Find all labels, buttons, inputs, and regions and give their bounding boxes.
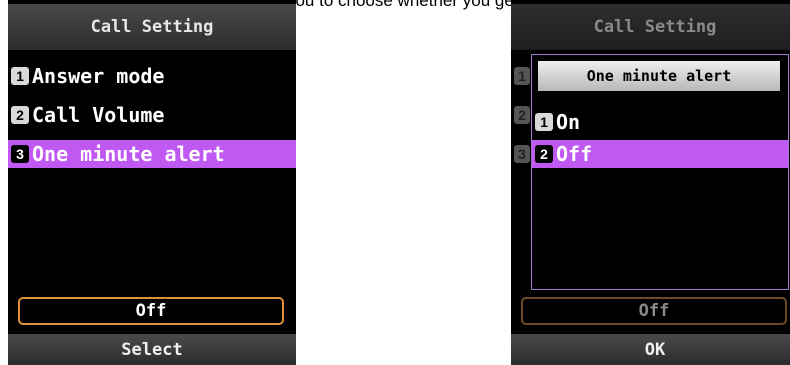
menu-item-one-minute-alert[interactable]: 3 One minute alert: [8, 140, 296, 168]
number-badge: 1: [11, 67, 29, 85]
number-badge: 3: [11, 145, 29, 163]
current-value-box: Off: [521, 297, 787, 325]
background-number-badge: 2: [514, 106, 530, 124]
screen-title: Call Setting: [511, 4, 790, 50]
menu-item-answer-mode[interactable]: 1 Answer mode: [8, 62, 296, 90]
ok-softkey[interactable]: OK: [511, 334, 790, 365]
menu-item-label: One minute alert: [32, 142, 225, 166]
option-label: On: [556, 110, 581, 134]
menu-item-call-volume[interactable]: 2 Call Volume: [8, 101, 296, 129]
phone-screen-call-setting: Call Setting 1 Answer mode 2 Call Volume…: [8, 0, 296, 365]
option-off[interactable]: 2 Off: [532, 140, 788, 168]
background-number-badge: 1: [514, 67, 530, 85]
menu-item-label: Call Volume: [32, 103, 165, 127]
popup-title: One minute alert: [538, 61, 780, 91]
options-popup: One minute alert 1 On 2 Off: [531, 54, 789, 290]
option-on[interactable]: 1 On: [532, 108, 788, 136]
select-softkey[interactable]: Select: [8, 334, 296, 365]
background-number-badge: 3: [514, 145, 530, 163]
phone-screen-one-minute-alert: Call Setting 1 2 3 One minute alert 1 On…: [511, 0, 790, 365]
number-badge: 2: [535, 145, 553, 163]
number-badge: 1: [535, 113, 553, 131]
number-badge: 2: [11, 106, 29, 124]
screen-title: Call Setting: [8, 4, 296, 50]
option-label: Off: [556, 142, 593, 166]
current-value-box: Off: [18, 297, 284, 325]
menu-item-label: Answer mode: [32, 64, 165, 88]
